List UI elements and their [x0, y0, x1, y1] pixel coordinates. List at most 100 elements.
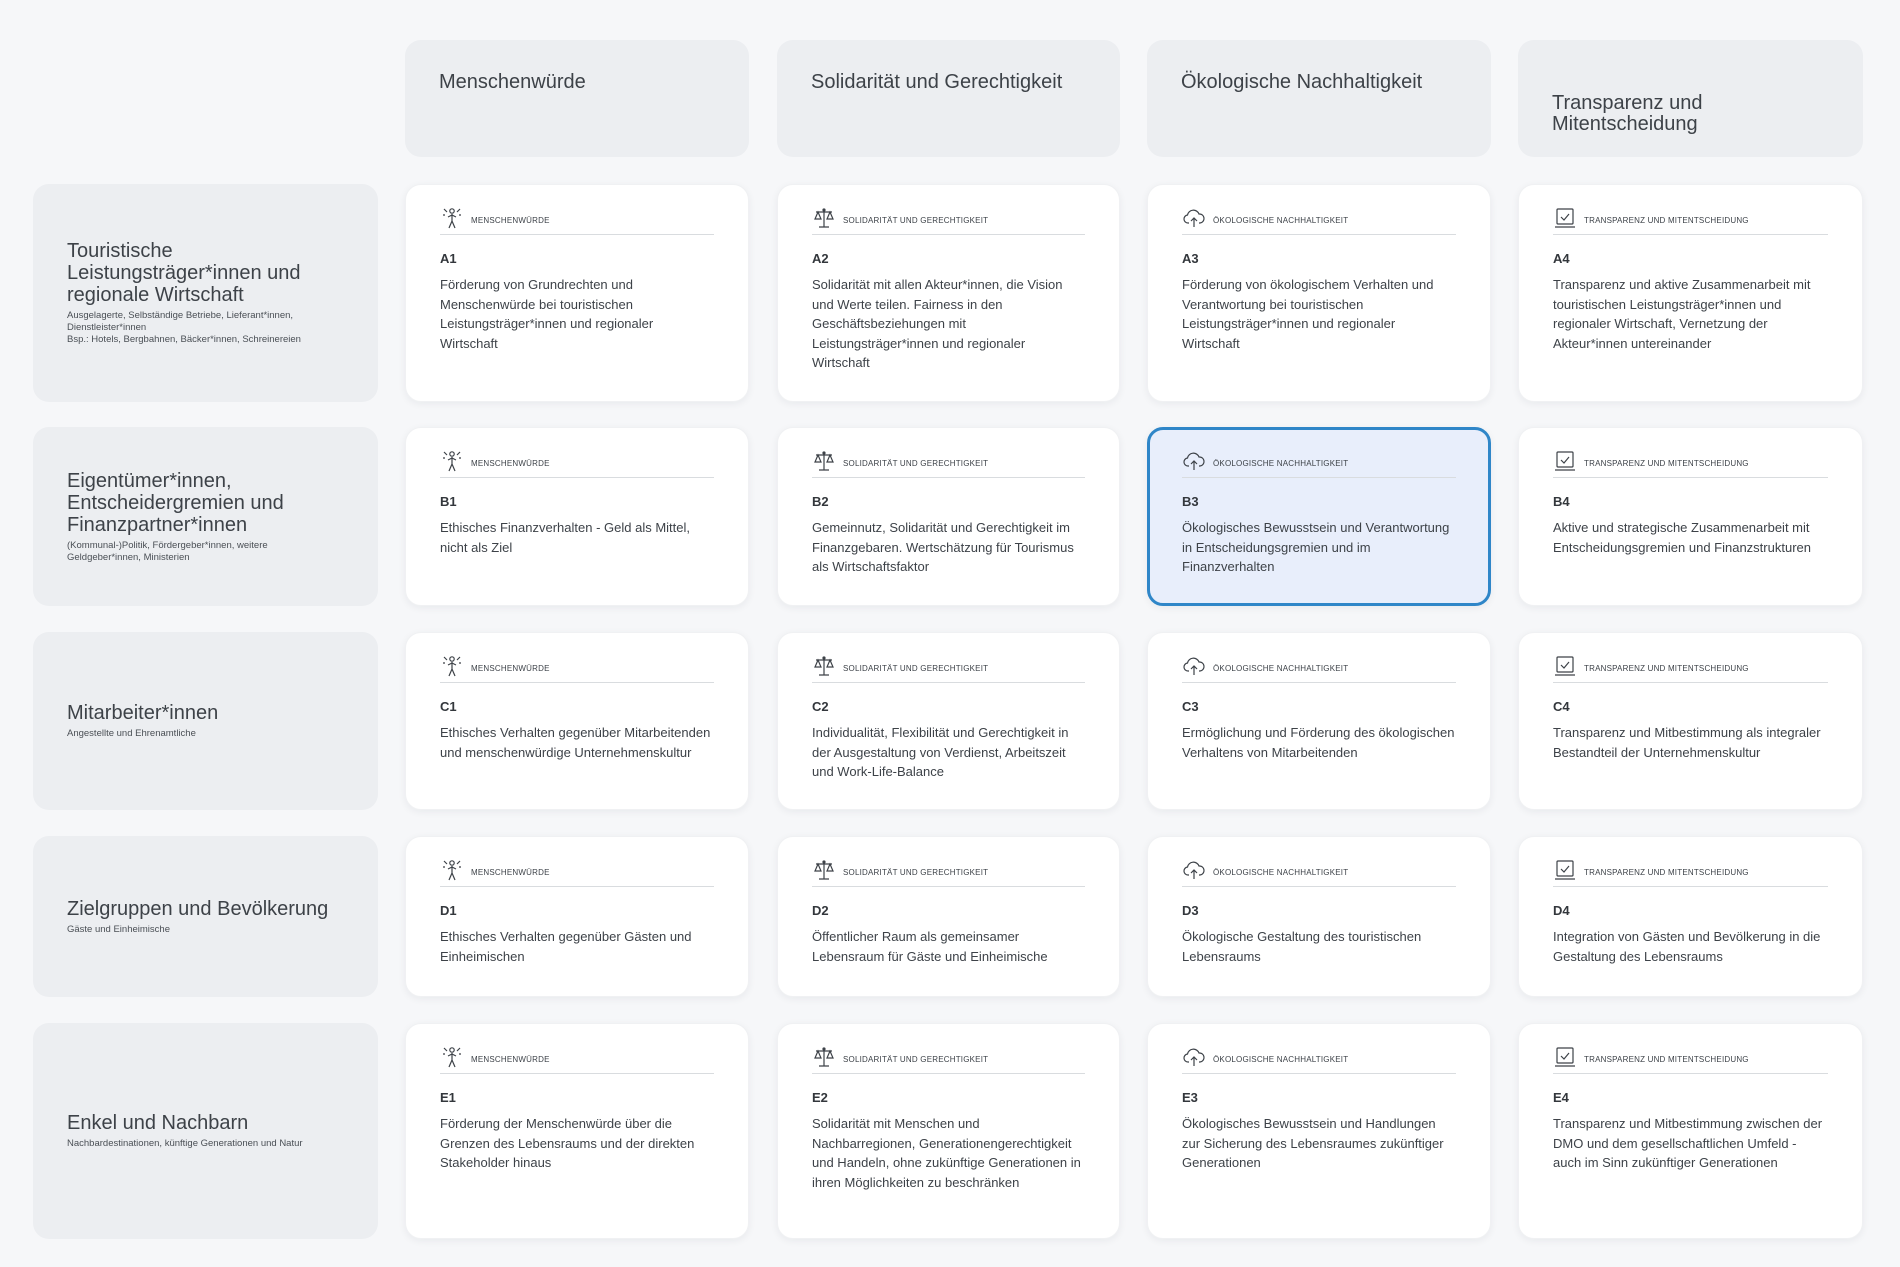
cell-category: Solidarität und Gerechtigkeit: [812, 860, 1085, 887]
cell-description: Ökologisches Bewusstsein und Verantwortu…: [1182, 520, 1450, 574]
category-label: Menschenwürde: [471, 459, 550, 468]
cell-category: Transparenz und Mitentscheidung: [1553, 451, 1828, 478]
cell-description: Ökologisches Bewusstsein und Handlungen …: [1182, 1116, 1444, 1170]
checkbox-icon: [1553, 654, 1577, 683]
column-header-label: Transparenz und Mitentscheidung: [1552, 92, 1703, 135]
cell-category: Transparenz und Mitentscheidung: [1553, 1047, 1828, 1074]
column-header-label: Solidarität und Gerechtigkeit: [811, 71, 1063, 93]
matrix-cell-a4[interactable]: Transparenz und Mitentscheidung A4 Transpa…: [1518, 184, 1863, 402]
matrix-cell-a3[interactable]: Ökologische Nachhaltigkeit A3 Förderung vo…: [1147, 184, 1491, 402]
cloud-upload-icon: [1182, 1045, 1206, 1074]
matrix-cell-b1[interactable]: Menschenwürde B1 Ethisches Finanzverhalten…: [405, 427, 749, 606]
category-label: Solidarität und Gerechtigkeit: [843, 664, 989, 673]
matrix-cell-e4[interactable]: Transparenz und Mitentscheidung E4 Transpa…: [1518, 1023, 1863, 1239]
cell-description: Ermöglichung und Förderung des ökologisc…: [1182, 725, 1455, 760]
matrix-cell-b4[interactable]: Transparenz und Mitentscheidung B4 Aktive …: [1518, 427, 1863, 606]
category-label: Transparenz und Mitentscheidung: [1584, 868, 1749, 877]
category-label: Menschenwürde: [471, 664, 550, 673]
matrix-cell-c1[interactable]: Menschenwürde C1 Ethisches Verhalten gegen…: [405, 632, 749, 810]
cell-description: Solidarität mit Menschen und Nachbarregi…: [812, 1116, 1081, 1190]
cell-description: Solidarität mit allen Akteur*innen, die …: [812, 277, 1063, 370]
matrix-cell-c4[interactable]: Transparenz und Mitentscheidung C4 Transpa…: [1518, 632, 1863, 810]
matrix-cell-c3[interactable]: Ökologische Nachhaltigkeit C3 Ermöglichung…: [1147, 632, 1491, 810]
cell-category: Ökologische Nachhaltigkeit: [1182, 861, 1456, 887]
cell-category: Ökologische Nachhaltigkeit: [1182, 209, 1456, 235]
category-label: Menschenwürde: [471, 868, 550, 877]
matrix-cell-d1[interactable]: Menschenwürde D1 Ethisches Verhalten gegen…: [405, 836, 749, 997]
cloud-upload-icon: [1182, 206, 1206, 235]
matrix-cell-e1[interactable]: Menschenwürde E1 Förderung der Menschenwür…: [405, 1023, 749, 1239]
column-header-label: Menschenwürde: [439, 71, 586, 93]
cell-description: Ethisches Finanzverhalten - Geld als Mit…: [440, 520, 690, 555]
row-subtitle: Gäste und Einheimische: [67, 923, 170, 935]
category-label: Transparenz und Mitentscheidung: [1584, 664, 1749, 673]
matrix-cell-e3[interactable]: Ökologische Nachhaltigkeit E3 Ökologisches…: [1147, 1023, 1491, 1239]
cell-category: Transparenz und Mitentscheidung: [1553, 656, 1828, 683]
cell-category: Ökologische Nachhaltigkeit: [1182, 1048, 1456, 1074]
category-label: Ökologische Nachhaltigkeit: [1213, 1055, 1349, 1064]
category-label: Menschenwürde: [471, 216, 550, 225]
cell-category: Menschenwürde: [440, 451, 714, 478]
cell-code: E3: [1182, 1090, 1198, 1105]
cell-code: C3: [1182, 699, 1199, 714]
cell-description: Transparenz und aktive Zusammenarbeit mi…: [1553, 277, 1811, 351]
cell-description: Förderung von ökologischem Verhalten und…: [1182, 277, 1434, 351]
cell-code: B1: [440, 494, 457, 509]
cell-description: Transparenz und Mitbestimmung als integr…: [1553, 725, 1821, 760]
cell-description: Aktive und strategische Zusammenarbeit m…: [1553, 520, 1811, 555]
row-title: Zielgruppen und Bevölkerung: [67, 897, 329, 920]
cell-description: Ökologische Gestaltung des touristischen…: [1182, 929, 1422, 964]
cell-description: Förderung von Grundrechten und Menschenw…: [440, 277, 654, 351]
cell-category: Menschenwürde: [440, 208, 714, 235]
category-label: Menschenwürde: [471, 1055, 550, 1064]
person-icon: [440, 206, 464, 235]
person-icon: [440, 1045, 464, 1074]
cell-code: D2: [812, 903, 829, 918]
category-label: Solidarität und Gerechtigkeit: [843, 216, 989, 225]
column-header-solidaritaet: Solidarität und Gerechtigkeit: [777, 40, 1120, 157]
matrix-cell-d4[interactable]: Transparenz und Mitentscheidung D4 Integra…: [1518, 836, 1863, 997]
cell-code: B2: [812, 494, 829, 509]
matrix-cell-a2[interactable]: Solidarität und Gerechtigkeit A2 Solidarit…: [777, 184, 1120, 402]
cell-category: Menschenwürde: [440, 656, 714, 683]
matrix-cell-d3[interactable]: Ökologische Nachhaltigkeit D3 Ökologische …: [1147, 836, 1491, 997]
cell-description: Individualität, Flexibilität und Gerecht…: [812, 725, 1069, 779]
category-label: Solidarität und Gerechtigkeit: [843, 459, 989, 468]
matrix-cell-b3[interactable]: Ökologische Nachhaltigkeit B3 Ökologisches…: [1147, 427, 1491, 606]
row-header-d: Zielgruppen und Bevölkerung Gäste und Ei…: [33, 836, 378, 997]
cell-code: C1: [440, 699, 457, 714]
cell-category: Ökologische Nachhaltigkeit: [1182, 657, 1456, 683]
checkbox-icon: [1553, 858, 1577, 887]
checkbox-icon: [1553, 449, 1577, 478]
row-title: Eigentümer*innen, Entscheidergremien und…: [67, 469, 284, 536]
cell-code: E4: [1553, 1090, 1569, 1105]
matrix-cell-a1[interactable]: Menschenwürde A1 Förderung von Grundrechte…: [405, 184, 749, 402]
cell-description: Gemeinnutz, Solidarität und Gerechtigkei…: [812, 520, 1074, 574]
row-header-e: Enkel und Nachbarn Nachbardestinationen,…: [33, 1023, 378, 1239]
matrix-cell-c2[interactable]: Solidarität und Gerechtigkeit C2 Individua…: [777, 632, 1120, 810]
row-subtitle: (Kommunal-)Politik, Fördergeber*innen, w…: [67, 539, 268, 563]
cell-category: Menschenwürde: [440, 1047, 714, 1074]
cell-description: Ethisches Verhalten gegenüber Mitarbeite…: [440, 725, 711, 760]
row-title: Mitarbeiter*innen: [67, 702, 219, 724]
cell-description: Förderung der Menschenwürde über die Gre…: [440, 1116, 695, 1170]
cell-category: Transparenz und Mitentscheidung: [1553, 208, 1828, 235]
category-label: Transparenz und Mitentscheidung: [1584, 216, 1749, 225]
matrix-cell-b2[interactable]: Solidarität und Gerechtigkeit B2 Gemeinnut…: [777, 427, 1120, 606]
column-header-oekologie: Ökologische Nachhaltigkeit: [1147, 40, 1491, 157]
cell-code: A3: [1182, 251, 1199, 266]
category-label: Solidarität und Gerechtigkeit: [843, 1055, 989, 1064]
cell-code: D3: [1182, 903, 1199, 918]
matrix-cell-e2[interactable]: Solidarität und Gerechtigkeit E2 Solidarit…: [777, 1023, 1120, 1239]
scales-icon: [812, 206, 836, 235]
cell-code: C4: [1553, 699, 1570, 714]
category-label: Ökologische Nachhaltigkeit: [1213, 664, 1349, 673]
cell-description: Ethisches Verhalten gegenüber Gästen und…: [440, 929, 692, 964]
person-icon: [440, 654, 464, 683]
row-header-c: Mitarbeiter*innen Angestellte und Ehrena…: [33, 632, 378, 810]
cell-category: Ökologische Nachhaltigkeit: [1182, 452, 1456, 478]
cell-code: A4: [1553, 251, 1570, 266]
cell-description: Integration von Gästen und Bevölkerung i…: [1553, 929, 1821, 964]
matrix-cell-d2[interactable]: Solidarität und Gerechtigkeit D2 Öffentlic…: [777, 836, 1120, 997]
cell-code: E2: [812, 1090, 828, 1105]
